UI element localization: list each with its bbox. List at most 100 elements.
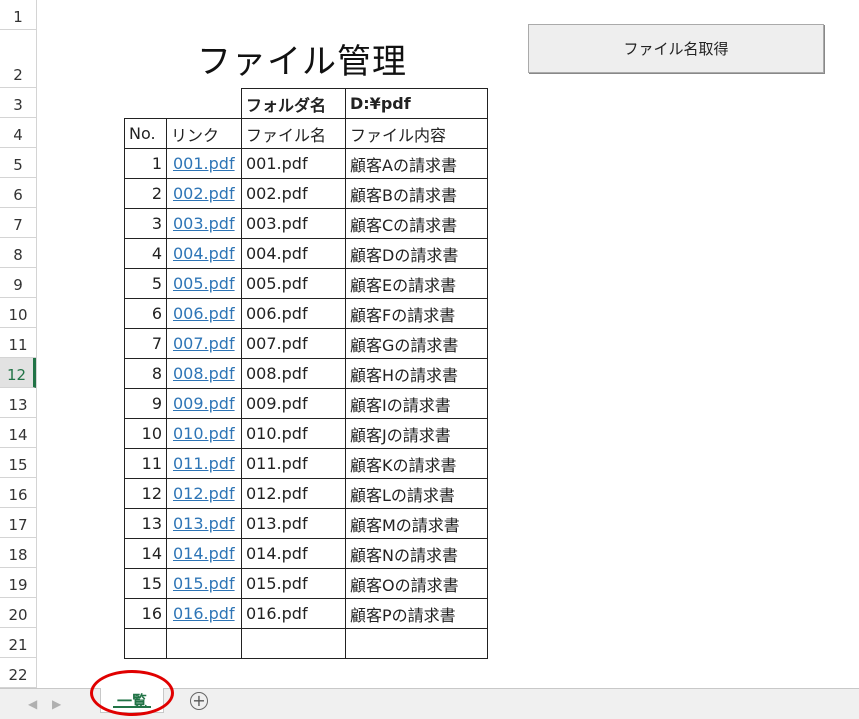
content-cell: 顧客Cの請求書 <box>345 208 488 239</box>
row-header-column: 1 2 3 4 5 6 7 8 9 10 11 12 13 14 15 16 17 18 19 20 21 22 <box>0 0 37 688</box>
sheet-tab-ichiran[interactable]: 一覧 <box>100 688 164 713</box>
content-cell: 顧客Oの請求書 <box>345 568 488 599</box>
content-cell: 顧客Aの請求書 <box>345 148 488 179</box>
row-number[interactable]: 22 <box>0 658 36 688</box>
filename-cell: 016.pdf <box>241 598 346 629</box>
empty-cell <box>345 628 488 659</box>
pdf-hyperlink[interactable]: 005.pdf <box>166 268 242 299</box>
scroll-right-icon[interactable]: ▶ <box>52 697 61 711</box>
add-sheet-icon[interactable]: + <box>190 692 208 710</box>
folder-label-cell: フォルダ名 <box>241 88 346 119</box>
row-number[interactable]: 16 <box>0 478 36 508</box>
row-number-cell: 12 <box>124 478 167 509</box>
header-content: ファイル内容 <box>345 118 488 149</box>
row-number-cell: 9 <box>124 388 167 419</box>
row-number[interactable]: 9 <box>0 268 36 298</box>
row-number-cell: 10 <box>124 418 167 449</box>
content-cell: 顧客Dの請求書 <box>345 238 488 269</box>
pdf-hyperlink[interactable]: 015.pdf <box>166 568 242 599</box>
content-cell: 顧客Eの請求書 <box>345 268 488 299</box>
row-number[interactable]: 3 <box>0 88 36 118</box>
content-cell: 顧客Lの請求書 <box>345 478 488 509</box>
content-cell: 顧客Nの請求書 <box>345 538 488 569</box>
filename-cell: 014.pdf <box>241 538 346 569</box>
row-number[interactable]: 4 <box>0 118 36 148</box>
pdf-hyperlink[interactable]: 016.pdf <box>166 598 242 629</box>
row-number[interactable]: 21 <box>0 628 36 658</box>
row-number-cell: 7 <box>124 328 167 359</box>
filename-cell: 005.pdf <box>241 268 346 299</box>
filename-cell: 002.pdf <box>241 178 346 209</box>
row-number-cell: 3 <box>124 208 167 239</box>
row-number[interactable]: 19 <box>0 568 36 598</box>
row-number[interactable]: 14 <box>0 418 36 448</box>
filename-cell: 004.pdf <box>241 238 346 269</box>
row-number[interactable]: 1 <box>0 0 36 30</box>
content-cell: 顧客Kの請求書 <box>345 448 488 479</box>
folder-value-cell: D:¥pdf <box>345 88 488 119</box>
row-number[interactable]: 20 <box>0 598 36 628</box>
row-number[interactable]: 12 <box>0 358 36 388</box>
row-number[interactable]: 6 <box>0 178 36 208</box>
pdf-hyperlink[interactable]: 014.pdf <box>166 538 242 569</box>
content-cell: 顧客Fの請求書 <box>345 298 488 329</box>
pdf-hyperlink[interactable]: 011.pdf <box>166 448 242 479</box>
row-number[interactable]: 15 <box>0 448 36 478</box>
content-cell: 顧客Mの請求書 <box>345 508 488 539</box>
empty-cell <box>166 628 242 659</box>
filename-cell: 011.pdf <box>241 448 346 479</box>
pdf-hyperlink[interactable]: 006.pdf <box>166 298 242 329</box>
row-number-cell: 2 <box>124 178 167 209</box>
row-number-cell: 15 <box>124 568 167 599</box>
row-number-cell: 1 <box>124 148 167 179</box>
filename-cell: 013.pdf <box>241 508 346 539</box>
row-number-cell: 11 <box>124 448 167 479</box>
row-number[interactable]: 18 <box>0 538 36 568</box>
filename-cell: 006.pdf <box>241 298 346 329</box>
pdf-hyperlink[interactable]: 013.pdf <box>166 508 242 539</box>
pdf-hyperlink[interactable]: 001.pdf <box>166 148 242 179</box>
get-filenames-button[interactable]: ファイル名取得 <box>528 24 824 73</box>
content-cell: 顧客Bの請求書 <box>345 178 488 209</box>
content-cell: 顧客Pの請求書 <box>345 598 488 629</box>
content-cell: 顧客Hの請求書 <box>345 358 488 389</box>
empty-cell <box>241 628 346 659</box>
row-number-cell: 14 <box>124 538 167 569</box>
filename-cell: 003.pdf <box>241 208 346 239</box>
row-number[interactable]: 17 <box>0 508 36 538</box>
filename-cell: 012.pdf <box>241 478 346 509</box>
pdf-hyperlink[interactable]: 002.pdf <box>166 178 242 209</box>
pdf-hyperlink[interactable]: 010.pdf <box>166 418 242 449</box>
row-number-cell: 5 <box>124 268 167 299</box>
pdf-hyperlink[interactable]: 004.pdf <box>166 238 242 269</box>
row-number-cell: 6 <box>124 298 167 329</box>
row-number[interactable]: 13 <box>0 388 36 418</box>
filename-cell: 009.pdf <box>241 388 346 419</box>
filename-cell: 015.pdf <box>241 568 346 599</box>
content-cell: 顧客Gの請求書 <box>345 328 488 359</box>
row-number[interactable]: 10 <box>0 298 36 328</box>
row-number[interactable]: 7 <box>0 208 36 238</box>
row-number[interactable]: 2 <box>0 30 36 88</box>
pdf-hyperlink[interactable]: 008.pdf <box>166 358 242 389</box>
page-title: ファイル管理 <box>197 42 407 82</box>
content-cell: 顧客Jの請求書 <box>345 418 488 449</box>
header-link: リンク <box>166 118 242 149</box>
filename-cell: 007.pdf <box>241 328 346 359</box>
scroll-left-icon[interactable]: ◀ <box>28 697 37 711</box>
row-number-cell: 16 <box>124 598 167 629</box>
header-filename: ファイル名 <box>241 118 346 149</box>
row-number-cell: 13 <box>124 508 167 539</box>
filename-cell: 010.pdf <box>241 418 346 449</box>
filename-cell: 008.pdf <box>241 358 346 389</box>
pdf-hyperlink[interactable]: 012.pdf <box>166 478 242 509</box>
filename-cell: 001.pdf <box>241 148 346 179</box>
row-number[interactable]: 8 <box>0 238 36 268</box>
pdf-hyperlink[interactable]: 003.pdf <box>166 208 242 239</box>
empty-cell <box>124 628 167 659</box>
pdf-hyperlink[interactable]: 009.pdf <box>166 388 242 419</box>
header-no: No. <box>124 118 167 149</box>
row-number[interactable]: 5 <box>0 148 36 178</box>
pdf-hyperlink[interactable]: 007.pdf <box>166 328 242 359</box>
row-number[interactable]: 11 <box>0 328 36 358</box>
